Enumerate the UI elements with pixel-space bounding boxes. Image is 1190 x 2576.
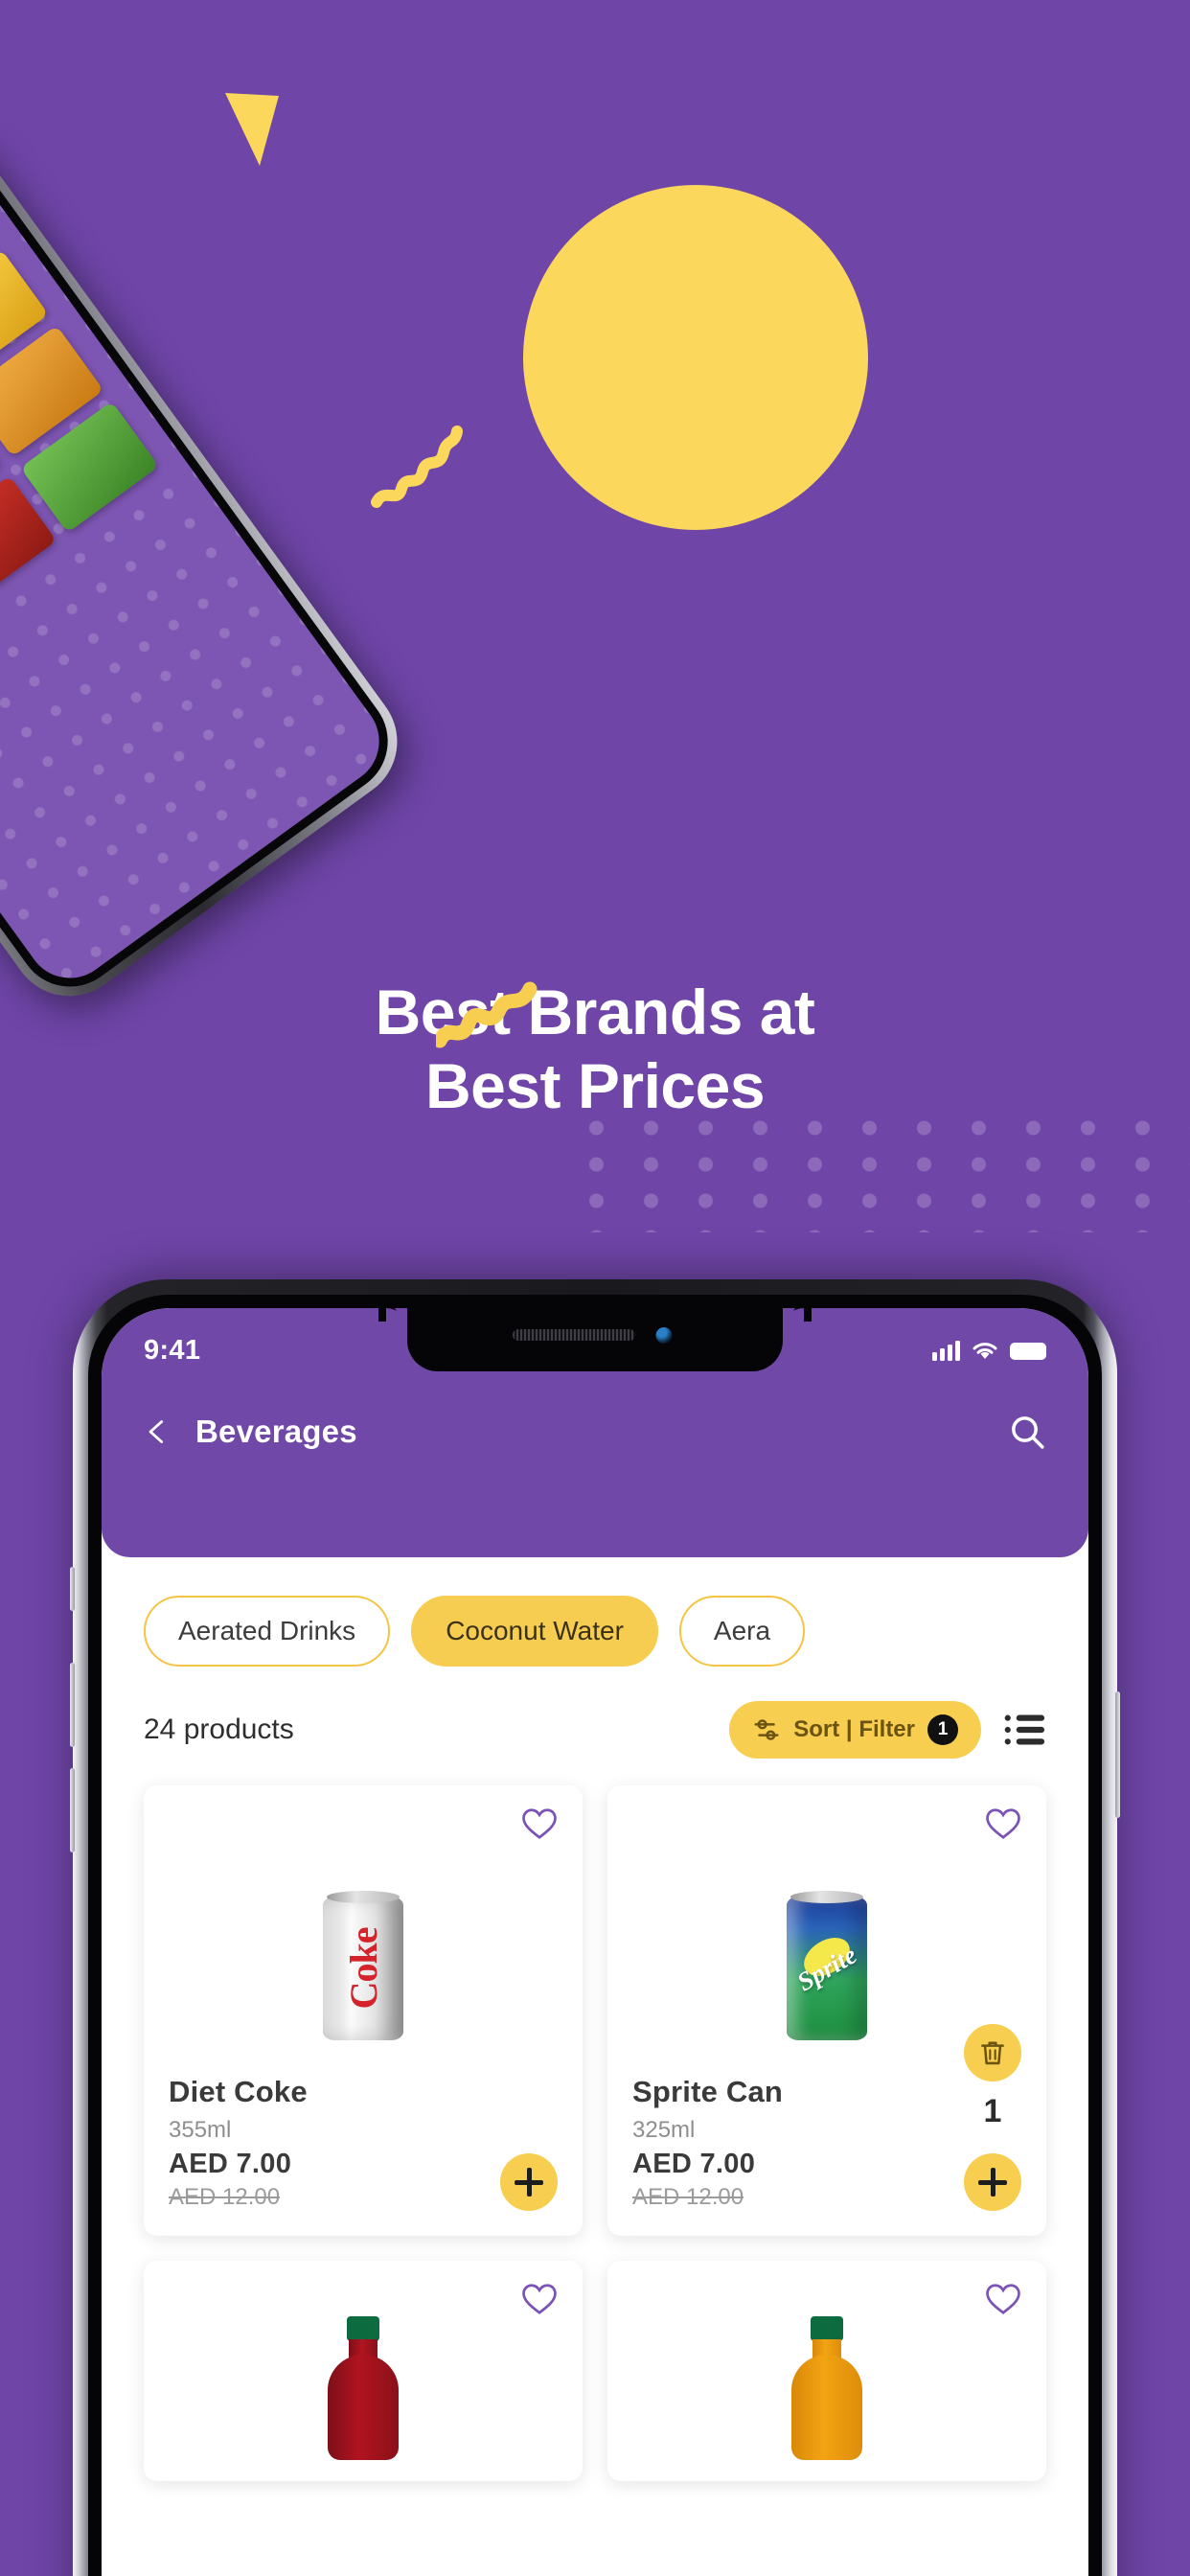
add-to-cart-button[interactable] <box>500 2153 558 2211</box>
product-grid-next-row <box>102 2236 1088 2481</box>
volume-up-button[interactable] <box>70 1663 75 1747</box>
product-old-price: AED 12.00 <box>169 2184 281 2210</box>
sliders-tune-icon <box>754 1719 779 1740</box>
sort-filter-button[interactable]: Sort | Filter 1 <box>729 1701 981 1759</box>
mute-switch[interactable] <box>70 1567 75 1611</box>
list-view-icon[interactable] <box>1004 1714 1046 1746</box>
category-chip-list[interactable]: Aerated Drinks Coconut Water Aera <box>102 1557 1088 1667</box>
heart-outline-icon[interactable] <box>985 1806 1021 1841</box>
background-phone-product-tiles <box>0 249 159 681</box>
product-image-diet-coke: Coke <box>169 1849 558 2040</box>
product-count-label: 24 products <box>144 1714 294 1745</box>
chip-coconut-water[interactable]: Coconut Water <box>411 1596 658 1667</box>
screen-title: Beverages <box>195 1414 357 1449</box>
wifi-icon <box>973 1342 997 1359</box>
product-card-sprite-can[interactable]: Sprite Sprite Can 325ml AED 7.00 AED 12.… <box>607 1785 1046 2236</box>
product-name: Diet Coke <box>169 2075 308 2108</box>
back-chevron-icon[interactable] <box>144 1418 171 1445</box>
product-card-partial-1[interactable] <box>144 2261 583 2481</box>
trash-icon <box>981 2041 1004 2065</box>
chip-aerated-drinks[interactable]: Aerated Drinks <box>144 1596 391 1667</box>
filter-count-badge: 1 <box>927 1714 958 1745</box>
results-toolbar: 24 products Sort | Filter 1 <box>102 1667 1088 1759</box>
product-price: AED 7.00 <box>169 2149 292 2179</box>
volume-down-button[interactable] <box>70 1768 75 1852</box>
status-time: 9:41 <box>144 1335 201 1366</box>
product-card-diet-coke[interactable]: Coke Diet Coke 355ml AED 7.00 AED 12.00 <box>144 1785 583 2236</box>
yellow-triangle-shape <box>225 93 279 166</box>
background-phone-mockup <box>0 111 422 1020</box>
heart-outline-icon[interactable] <box>521 1806 558 1841</box>
product-image-sprite-can: Sprite <box>632 1849 1021 2040</box>
page-title: Best Brands at Best Prices <box>0 976 1190 1122</box>
phone-screen: 9:41 Beverages Aerated Drinks Coconut Wa… <box>102 1308 1088 2576</box>
power-button[interactable] <box>1115 1691 1120 1818</box>
add-to-cart-button[interactable] <box>964 2153 1021 2211</box>
chip-aerated-partial[interactable]: Aera <box>678 1596 806 1667</box>
product-old-price: AED 12.00 <box>632 2184 744 2210</box>
product-card-partial-2[interactable] <box>607 2261 1046 2481</box>
headline-line-1: Best Brands at <box>375 977 815 1047</box>
sort-filter-label: Sort | Filter <box>793 1716 915 1742</box>
search-icon[interactable] <box>1008 1413 1046 1451</box>
yellow-squiggle-shape <box>371 426 463 508</box>
product-price: AED 7.00 <box>632 2149 756 2179</box>
quantity-value: 1 <box>983 2093 1002 2129</box>
navigation-bar: Beverages <box>102 1367 1088 1451</box>
yellow-circle-shape <box>523 185 868 530</box>
app-header: 9:41 Beverages <box>102 1308 1088 1557</box>
plus-icon <box>978 2168 1007 2196</box>
product-image-red-bottle <box>328 2316 399 2460</box>
product-grid: Coke Diet Coke 355ml AED 7.00 AED 12.00 <box>102 1759 1088 2236</box>
battery-icon <box>1010 1342 1046 1360</box>
dot-grid-pattern <box>569 1110 1190 1232</box>
remove-from-cart-button[interactable] <box>964 2024 1021 2082</box>
yellow-squiggle-shape <box>436 981 538 1048</box>
heart-outline-icon[interactable] <box>521 2282 558 2316</box>
phone-mockup: 9:41 Beverages Aerated Drinks Coconut Wa… <box>70 1279 1120 2576</box>
headline-line-2: Best Prices <box>424 1049 766 1121</box>
cellular-signal-icon <box>932 1340 960 1361</box>
plus-icon <box>515 2168 543 2196</box>
heart-outline-icon[interactable] <box>985 2282 1021 2316</box>
product-size: 355ml <box>169 2117 232 2143</box>
front-camera <box>655 1327 673 1344</box>
earpiece-speaker <box>513 1329 635 1341</box>
quantity-stepper[interactable]: 1 <box>964 2024 1021 2130</box>
product-image-orange-bottle <box>791 2316 862 2460</box>
